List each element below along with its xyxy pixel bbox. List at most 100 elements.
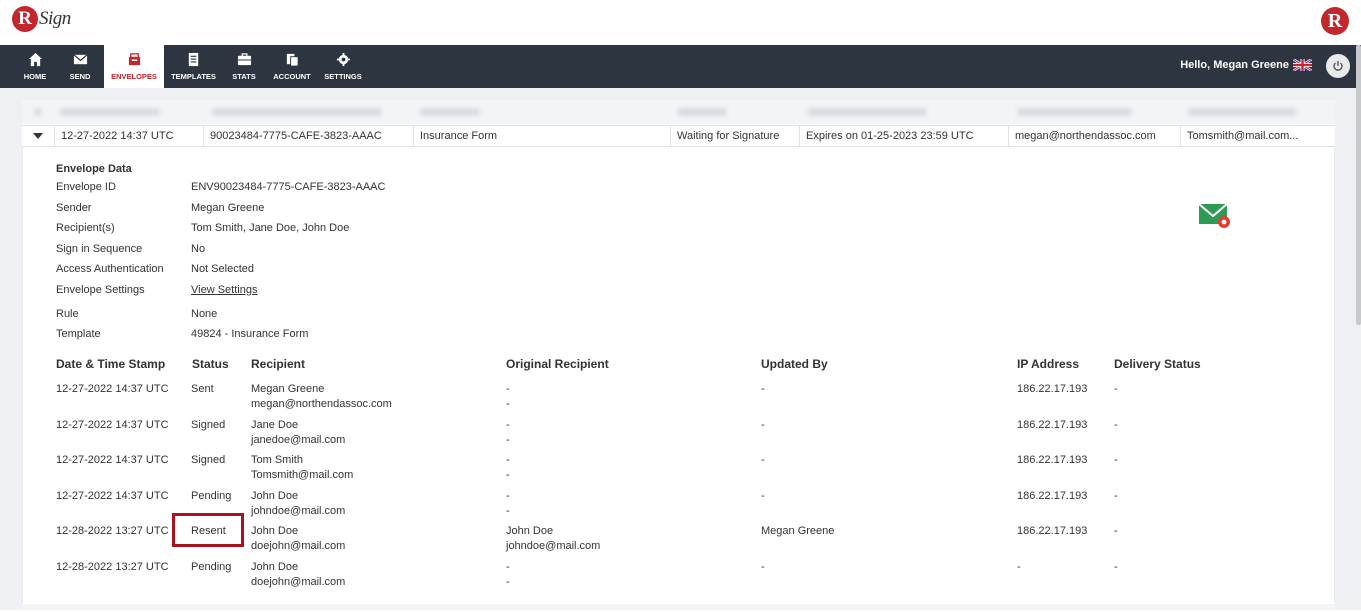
briefcase-icon — [237, 53, 251, 66]
field-value: 49824 - Insurance Form — [191, 328, 309, 340]
inbox-icon — [128, 53, 140, 66]
cell-updated-by: - — [761, 419, 765, 431]
nav-stats[interactable]: STATS — [223, 45, 265, 88]
files-icon — [286, 53, 299, 67]
cell-updated-by: Megan Greene — [761, 525, 835, 537]
cell-orig-email: - — [506, 398, 510, 410]
document-icon — [188, 52, 199, 67]
cell-orig-email: - — [506, 469, 510, 481]
cell-ip: 186.22.17.193 — [1017, 490, 1088, 502]
main-nav: HOME SEND ENVELOPES TEMPLATES STATS ACCO… — [0, 45, 1361, 88]
cell-recipient-name: Tom Smith — [251, 454, 303, 466]
cell-recipient: John Doe johndoe@mail.com — [251, 489, 345, 519]
cell-date: 12-27-2022 14:37 UTC — [56, 383, 169, 395]
envelope-recipient-email: Tomsmith@mail.com... — [1187, 130, 1299, 142]
nav-settings[interactable]: SETTINGS — [319, 45, 367, 88]
nav-account[interactable]: ACCOUNT — [265, 45, 319, 88]
uk-flag-icon[interactable] — [1293, 59, 1312, 71]
field-value: Tom Smith, Jane Doe, John Doe — [191, 222, 350, 234]
cell-orig-email: - — [506, 576, 510, 588]
cell-orig-email: johndoe@mail.com — [506, 540, 601, 552]
rsign-logo[interactable]: R Sign — [12, 6, 71, 32]
cell-recipient-email: doejohn@mail.com — [251, 540, 346, 552]
cell-orig: -- — [506, 382, 510, 412]
envelope-icon — [73, 54, 87, 65]
nav-home-label: HOME — [23, 72, 47, 81]
cell-updated-by: - — [761, 383, 765, 395]
logout-button[interactable] — [1326, 54, 1350, 78]
home-icon — [28, 52, 42, 67]
power-icon — [1333, 61, 1343, 71]
cell-ip: 186.22.17.193 — [1017, 525, 1088, 537]
col-date-header: Date & Time Stamp — [56, 357, 166, 371]
cell-updated-by: - — [761, 561, 765, 573]
field-label: Sign in Sequence — [56, 243, 143, 255]
field-label: Sender — [56, 202, 92, 214]
cell-delivery: - — [1114, 525, 1118, 537]
cell-orig: John Doe johndoe@mail.com — [506, 524, 600, 554]
cell-recipient: Jane Doe janedoe@mail.com — [251, 418, 345, 448]
bottom-row — [22, 604, 1335, 610]
cell-date: 12-27-2022 14:37 UTC — [56, 454, 169, 466]
envelope-row[interactable]: 12-27-2022 14:37 UTC 90023484-7775-CAFE-… — [22, 125, 1335, 147]
cell-recipient-name: John Doe — [251, 525, 299, 537]
envelope-details: Envelope Data Envelope ID ENV90023484-77… — [22, 147, 1335, 603]
field-value: ENV90023484-7775-CAFE-3823-AAAC — [191, 181, 386, 193]
view-settings-link[interactable]: View Settings — [191, 284, 257, 296]
cell-delivery: - — [1114, 419, 1118, 431]
col-original-recipient-header: Original Recipient — [506, 357, 609, 371]
envelope-sender-email: megan@northendassoc.com — [1009, 126, 1181, 146]
user-greeting[interactable]: Hello, Megan Greene — [1180, 59, 1312, 71]
cell-status: Pending — [191, 490, 232, 502]
mail-settings-icon[interactable] — [1198, 202, 1234, 230]
greeting-text: Hello, Megan Greene — [1180, 59, 1289, 71]
nav-templates[interactable]: TEMPLATES — [164, 45, 223, 88]
nav-home[interactable]: HOME — [14, 45, 56, 88]
cell-orig-email: - — [506, 434, 510, 446]
cell-orig-name: - — [506, 490, 510, 502]
field-value: Megan Greene — [191, 202, 265, 214]
brand-logo-right: R — [1321, 7, 1349, 35]
envelope-subject: Insurance Form — [414, 126, 671, 146]
cell-delivery: - — [1114, 383, 1118, 395]
field-value: No — [191, 243, 206, 255]
cell-date: 12-28-2022 13:27 UTC — [56, 561, 169, 573]
nav-stats-label: STATS — [232, 72, 256, 81]
cell-date: 12-27-2022 14:37 UTC — [56, 490, 169, 502]
cell-orig-name: - — [506, 454, 510, 466]
field-label: Access Authentication — [56, 263, 164, 275]
field-label: Envelope ID — [56, 181, 116, 193]
cell-recipient-name: John Doe — [251, 490, 299, 502]
col-ip-header: IP Address — [1017, 357, 1080, 371]
cell-ip: 186.22.17.193 — [1017, 383, 1088, 395]
caret-down-icon — [33, 133, 43, 139]
expand-toggle[interactable] — [22, 126, 55, 146]
resent-highlight-box — [172, 513, 244, 547]
cell-status: Signed — [191, 419, 226, 431]
envelope-data-title: Envelope Data — [56, 163, 132, 175]
field-label: Envelope Settings — [56, 284, 145, 296]
cell-recipient-email: Tomsmith@mail.com — [251, 469, 354, 481]
cell-recipient-name: John Doe — [251, 561, 299, 573]
cell-recipient-email: janedoe@mail.com — [251, 434, 346, 446]
cell-ip: 186.22.17.193 — [1017, 454, 1088, 466]
cell-status: Pending — [191, 561, 232, 573]
gear-icon — [336, 52, 350, 67]
cell-status: Signed — [191, 454, 226, 466]
cell-orig-name: - — [506, 561, 510, 573]
cell-orig-name: - — [506, 419, 510, 431]
cell-orig: -- — [506, 560, 510, 590]
cell-orig-name: - — [506, 383, 510, 395]
envelope-id: 90023484-7775-CAFE-3823-AAAC — [204, 126, 414, 146]
envelope-expiry: Expires on 01-25-2023 23:59 UTC — [800, 126, 1009, 146]
envelope-panel: 12-27-2022 14:37 UTC 90023484-7775-CAFE-… — [22, 100, 1335, 612]
cell-delivery: - — [1114, 490, 1118, 502]
content-area: 12-27-2022 14:37 UTC 90023484-7775-CAFE-… — [0, 88, 1361, 612]
scrollbar[interactable] — [1356, 45, 1361, 325]
nav-envelopes[interactable]: ENVELOPES — [104, 45, 164, 88]
cell-orig: -- — [506, 453, 510, 483]
logo-mark: R — [12, 6, 38, 32]
cell-recipient-email: johndoe@mail.com — [251, 505, 346, 517]
cell-recipient-email: megan@northendassoc.com — [251, 398, 392, 410]
nav-send[interactable]: SEND — [56, 45, 104, 88]
